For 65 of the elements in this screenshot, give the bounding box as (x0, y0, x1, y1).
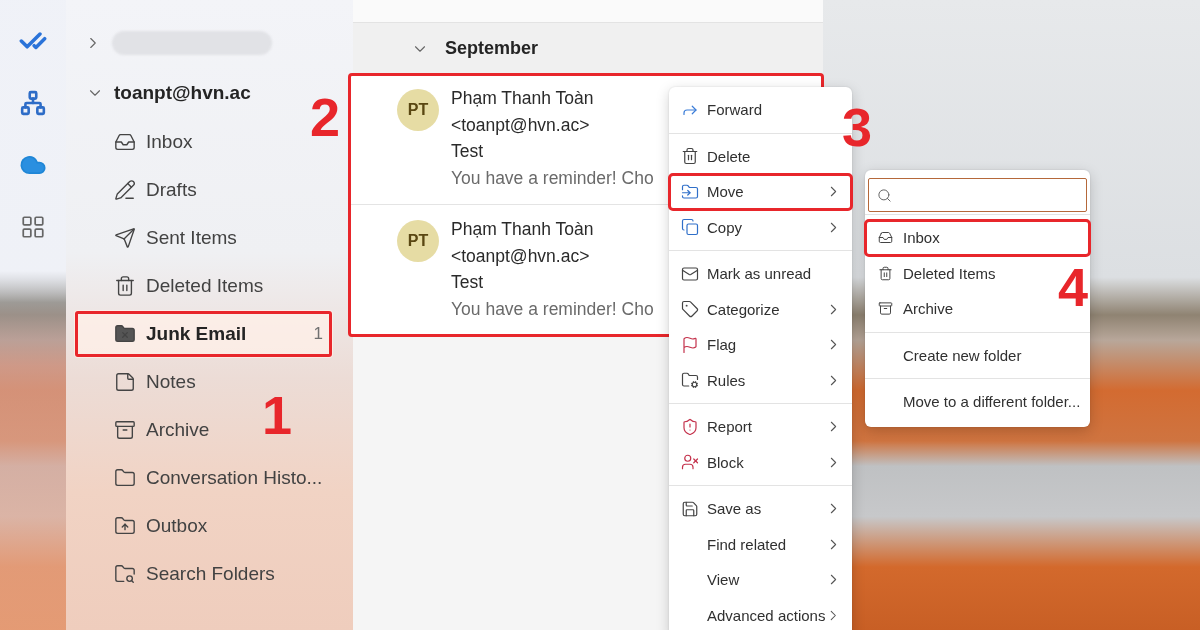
sender-name: Phạm Thanh Toàn (451, 218, 594, 241)
app-grid-icon[interactable] (20, 214, 46, 240)
person-blocked-icon (680, 453, 699, 472)
sender-name: Phạm Thanh Toàn (451, 87, 594, 110)
trash-icon (114, 275, 136, 297)
menu-item[interactable]: Archive (865, 291, 964, 327)
folder-item[interactable]: Inbox (74, 118, 203, 166)
copy-icon (680, 218, 699, 237)
folder-item[interactable]: Outbox (74, 502, 218, 550)
folder-item[interactable]: Sent Items (74, 214, 247, 262)
envelope-icon (680, 264, 699, 283)
sender-address: <toanpt@hvn.ac> (451, 244, 590, 268)
menu-item[interactable]: Find related (669, 526, 852, 562)
menu-item[interactable]: Report (669, 409, 852, 445)
org-chart-icon[interactable] (20, 90, 46, 116)
menu-item[interactable]: Deleted Items (865, 255, 1006, 291)
search-icon (877, 187, 892, 203)
archive-box-icon (114, 419, 136, 441)
pencil-icon (114, 179, 136, 201)
avatar-initials: PT (397, 89, 439, 131)
sender-address: <toanpt@hvn.ac> (451, 113, 590, 137)
unread-count: 1 (313, 324, 323, 344)
step-number: 3 (842, 100, 873, 154)
folder-gear-icon (680, 371, 699, 390)
folder-item[interactable]: Conversation Histo... (74, 454, 333, 502)
menu-item[interactable]: View (669, 562, 852, 598)
menu-item[interactable]: Inbox (865, 220, 1090, 256)
folder-item[interactable]: Deleted Items (74, 262, 274, 310)
menu-item[interactable]: Rules (669, 362, 852, 398)
folder-item[interactable]: Drafts (74, 166, 207, 214)
folder-blocked-icon (114, 323, 136, 345)
menu-item[interactable]: Block (669, 444, 852, 480)
message-subject: Test (451, 140, 484, 163)
folder-item[interactable]: Notes (74, 358, 206, 406)
folder-icon (114, 467, 136, 489)
paper-plane-icon (114, 227, 136, 249)
folder-upload-icon (114, 515, 136, 537)
folder-item[interactable]: Search Folders (74, 550, 285, 598)
trash-icon (878, 265, 893, 281)
account-name[interactable]: toanpt@hvn.ac (114, 82, 251, 104)
avatar-initials: PT (397, 220, 439, 262)
message-preview: You have a reminder! Cho (451, 166, 654, 190)
menu-item[interactable]: Move to a different folder... (865, 384, 1091, 420)
message-preview: You have a reminder! Cho (451, 297, 654, 321)
tag-icon (680, 300, 699, 319)
archive-box-icon (878, 301, 893, 317)
step-number: 2 (310, 90, 341, 144)
menu-item[interactable]: Advanced actions (669, 597, 852, 630)
flag-icon (680, 335, 699, 354)
note-icon (114, 371, 136, 393)
menu-item[interactable]: Save as (669, 491, 852, 527)
folder-search-icon (114, 563, 136, 585)
message-subject: Test (451, 271, 484, 294)
trash-icon (680, 147, 699, 166)
inbox-tray-icon (878, 230, 893, 246)
folder-item[interactable]: Junk Email 1 (74, 310, 333, 358)
step-number: 1 (262, 388, 293, 442)
menu-item[interactable]: Create new folder (865, 337, 1032, 373)
step-number: 4 (1058, 260, 1089, 314)
folder-arrow-icon (680, 182, 699, 201)
group-heading: September (445, 38, 539, 59)
search-field[interactable] (868, 178, 1087, 212)
shield-alert-icon (680, 417, 699, 436)
folder-item[interactable]: Archive (74, 406, 220, 454)
inbox-tray-icon (114, 131, 136, 153)
